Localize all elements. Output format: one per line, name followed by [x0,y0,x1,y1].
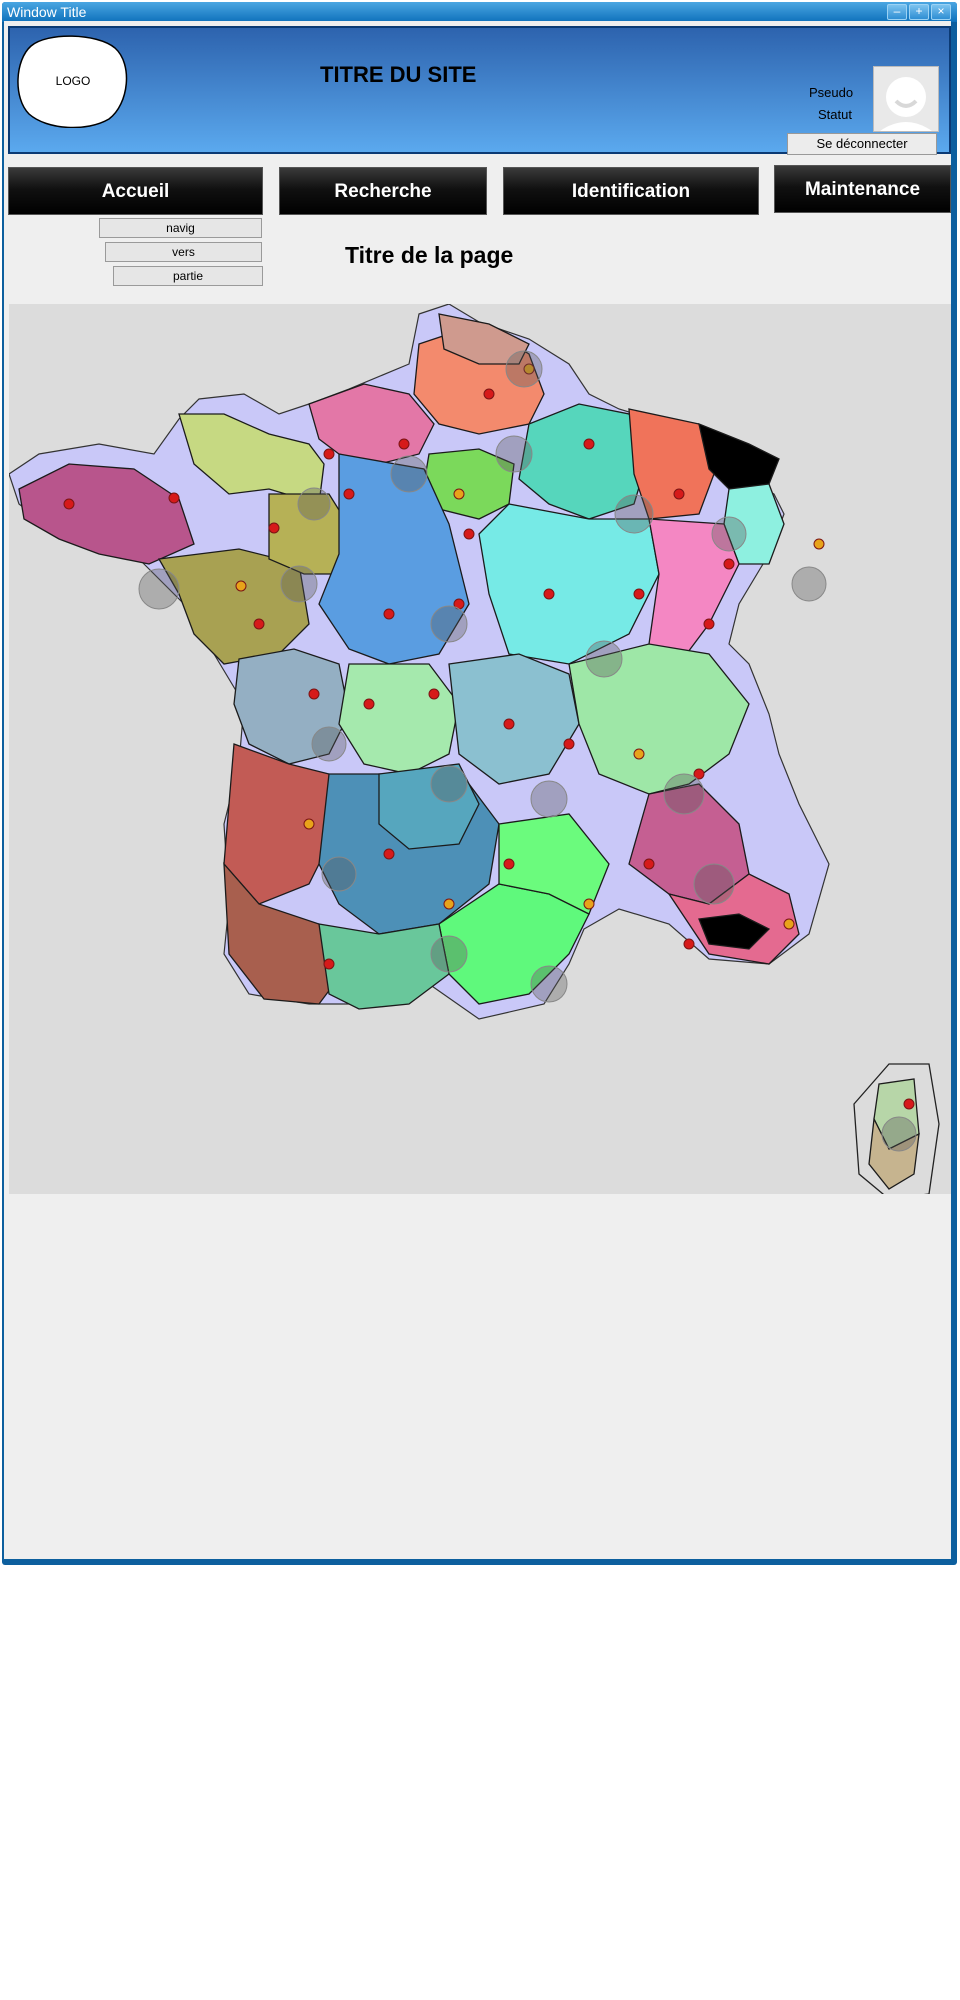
cluster-overlay[interactable] [430,605,468,643]
cluster-overlay[interactable] [321,856,357,892]
cluster-overlay[interactable] [693,863,735,905]
user-statut: Statut [818,107,852,122]
nav-identification[interactable]: Identification [503,167,759,215]
city-marker[interactable] [583,898,595,910]
city-marker[interactable] [453,488,465,500]
cluster-overlay[interactable] [495,435,533,473]
cluster-overlay[interactable] [390,455,428,493]
cluster-overlay[interactable] [791,566,827,602]
city-marker[interactable] [443,898,455,910]
nav-recherche[interactable]: Recherche [279,167,487,215]
cluster-overlay[interactable] [614,494,654,534]
close-icon[interactable]: × [931,4,951,20]
cluster-overlay[interactable] [530,780,568,818]
window-titlebar[interactable]: Window Title – + × [2,2,957,22]
cluster-overlay[interactable] [585,640,623,678]
city-marker[interactable] [683,938,695,950]
city-marker[interactable] [633,748,645,760]
nav-maintenance[interactable]: Maintenance [774,165,951,213]
france-map[interactable] [9,304,951,1194]
cluster-overlay[interactable] [711,516,747,552]
logo-text: LOGO [56,74,91,88]
city-marker[interactable] [268,522,280,534]
breadcrumb-partie[interactable]: partie [113,266,263,286]
breadcrumb-navig[interactable]: navig [99,218,262,238]
city-marker[interactable] [633,588,645,600]
cluster-overlay[interactable] [311,726,347,762]
city-marker[interactable] [383,848,395,860]
cluster-overlay[interactable] [505,350,543,388]
breadcrumb-vers[interactable]: vers [105,242,262,262]
city-marker[interactable] [903,1098,915,1110]
cluster-overlay[interactable] [430,935,468,973]
city-marker[interactable] [503,858,515,870]
cluster-overlay[interactable] [280,565,318,603]
page-title: Titre de la page [345,242,514,268]
city-marker[interactable] [643,858,655,870]
city-marker[interactable] [813,538,825,550]
cluster-overlay[interactable] [663,773,705,815]
city-marker[interactable] [308,688,320,700]
city-marker[interactable] [673,488,685,500]
city-marker[interactable] [503,718,515,730]
city-marker[interactable] [428,688,440,700]
city-marker[interactable] [303,818,315,830]
user-pseudo: Pseudo [809,85,854,100]
logo[interactable]: LOGO [17,34,129,128]
city-marker[interactable] [463,528,475,540]
cluster-overlay[interactable] [138,568,180,610]
city-marker[interactable] [563,738,575,750]
city-marker[interactable] [323,448,335,460]
nav-accueil[interactable]: Accueil [8,167,263,215]
city-marker[interactable] [63,498,75,510]
maximize-icon[interactable]: + [909,4,929,20]
city-marker[interactable] [168,492,180,504]
city-marker[interactable] [323,958,335,970]
minimize-icon[interactable]: – [887,4,907,20]
city-marker[interactable] [398,438,410,450]
site-title: TITRE DU SITE [320,62,477,87]
city-marker[interactable] [723,558,735,570]
city-marker[interactable] [543,588,555,600]
logout-button[interactable]: Se déconnecter [787,133,937,155]
cluster-overlay[interactable] [430,765,468,803]
cluster-overlay[interactable] [530,965,568,1003]
window-title: Window Title [7,4,87,20]
france-map-svg [9,304,940,1194]
city-marker[interactable] [235,580,247,592]
city-marker[interactable] [383,608,395,620]
city-marker[interactable] [783,918,795,930]
cluster-overlay[interactable] [297,487,331,521]
city-marker[interactable] [583,438,595,450]
city-marker[interactable] [253,618,265,630]
city-marker[interactable] [483,388,495,400]
city-marker[interactable] [343,488,355,500]
cluster-overlay[interactable] [881,1116,917,1152]
city-marker[interactable] [703,618,715,630]
avatar-icon[interactable] [873,66,939,132]
region-pyrenees-east[interactable] [318,923,450,1010]
city-marker[interactable] [363,698,375,710]
